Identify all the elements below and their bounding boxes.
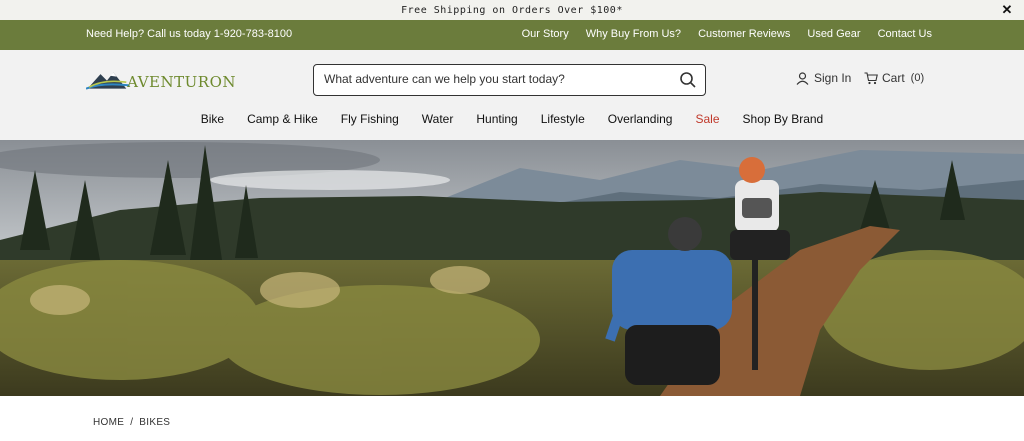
cart-count: (0) <box>910 72 925 84</box>
customer-reviews-link[interactable]: Customer Reviews <box>698 28 790 40</box>
why-buy-link[interactable]: Why Buy From Us? <box>586 28 681 40</box>
nav-item-overlanding[interactable]: Overlanding <box>608 112 673 126</box>
contact-us-link[interactable]: Contact Us <box>878 28 932 40</box>
promo-bar: Free Shipping on Orders Over $100* ✕ <box>0 0 1024 20</box>
search-box <box>313 64 706 96</box>
close-icon[interactable]: ✕ <box>1000 3 1014 17</box>
promo-text: Free Shipping on Orders Over $100* <box>401 4 623 16</box>
nav-item-bike[interactable]: Bike <box>201 112 224 126</box>
search-input[interactable] <box>324 65 664 93</box>
breadcrumb-current: BIKES <box>139 417 171 428</box>
nav-item-shop-by-brand[interactable]: Shop By Brand <box>743 112 824 126</box>
breadcrumb-home[interactable]: HOME <box>93 417 124 428</box>
site-header: AVENTURON Sign In Cart (0) Bike Camp & H… <box>0 50 1024 140</box>
logo[interactable]: AVENTURON <box>86 64 236 94</box>
search-icon[interactable] <box>679 71 697 89</box>
sign-in-button[interactable]: Sign In <box>796 71 851 85</box>
breadcrumb: HOME / BIKES <box>93 417 170 428</box>
main-nav: Bike Camp & Hike Fly Fishing Water Hunti… <box>0 112 1024 126</box>
sign-in-label: Sign In <box>814 71 852 85</box>
cart-button[interactable]: Cart (0) <box>864 71 924 85</box>
nav-item-camp-hike[interactable]: Camp & Hike <box>247 112 318 126</box>
cart-icon <box>864 71 878 84</box>
cart-label: Cart <box>882 71 905 85</box>
nav-item-lifestyle[interactable]: Lifestyle <box>541 112 585 126</box>
our-story-link[interactable]: Our Story <box>522 28 569 40</box>
mountain-logo-icon <box>86 72 130 90</box>
help-phone-text[interactable]: Need Help? Call us today 1-920-783-8100 <box>86 28 292 40</box>
breadcrumb-separator: / <box>130 417 134 428</box>
mountain-bikers-illustration <box>0 140 1024 396</box>
utility-links: Our Story Why Buy From Us? Customer Revi… <box>522 28 932 40</box>
logo-text: AVENTURON <box>127 73 236 91</box>
utility-bar: Need Help? Call us today 1-920-783-8100 … <box>0 20 1024 50</box>
nav-item-hunting[interactable]: Hunting <box>476 112 517 126</box>
nav-item-fly-fishing[interactable]: Fly Fishing <box>341 112 399 126</box>
nav-item-sale[interactable]: Sale <box>695 112 719 126</box>
used-gear-link[interactable]: Used Gear <box>807 28 860 40</box>
hero-banner-image <box>0 140 1024 396</box>
user-icon <box>796 71 809 85</box>
nav-item-water[interactable]: Water <box>422 112 454 126</box>
